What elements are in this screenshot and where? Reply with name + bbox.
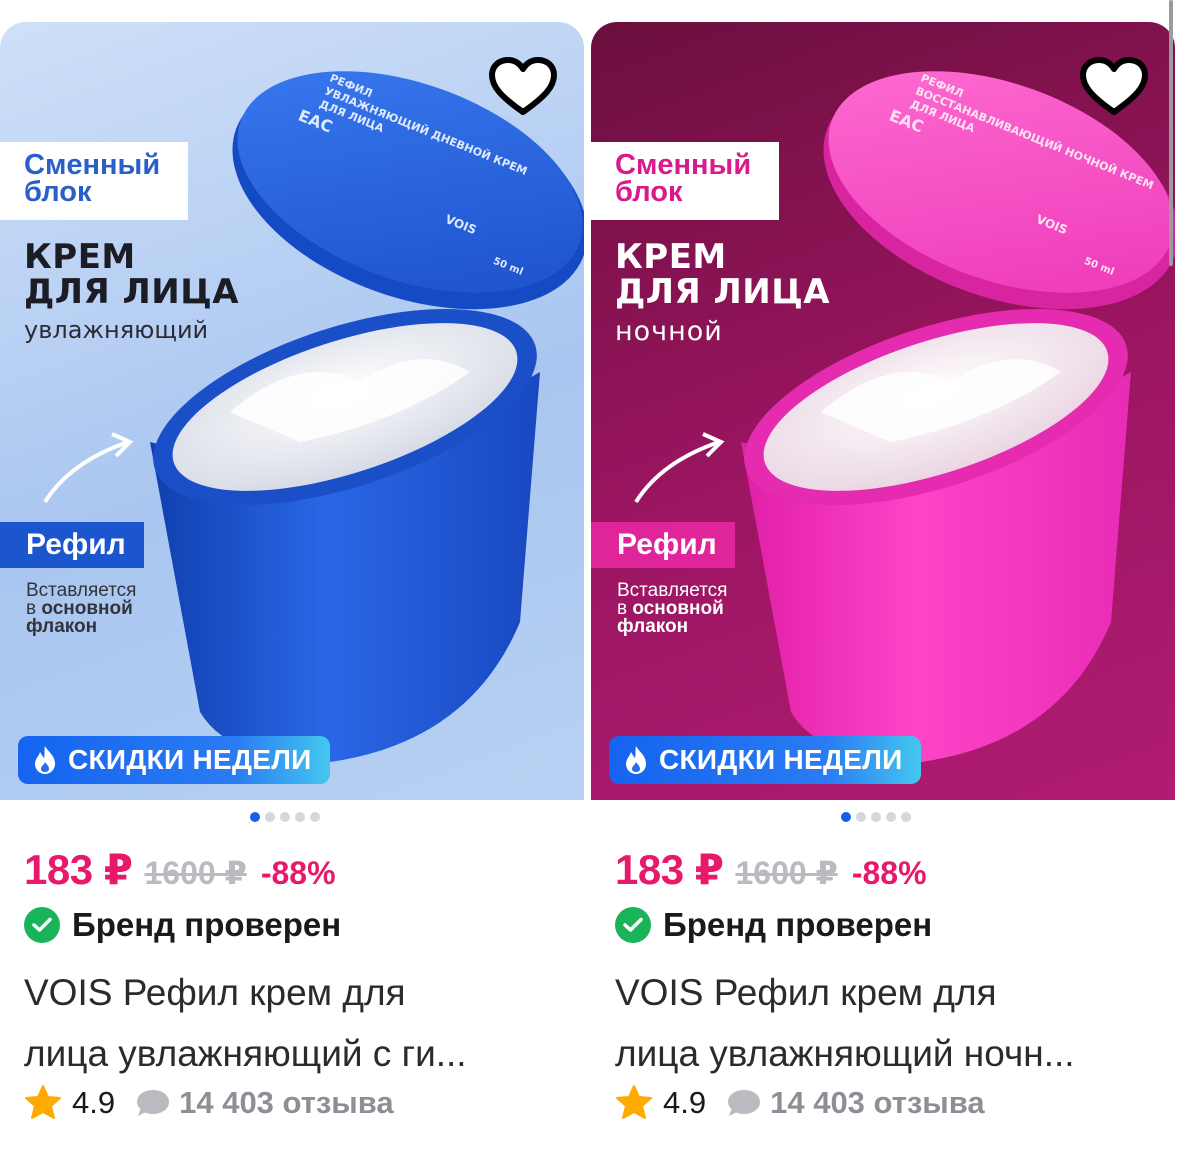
carousel-dot[interactable] (841, 812, 851, 822)
promo-headline: КРЕМ ДЛЯ ЛИЦА (24, 240, 239, 310)
deals-label: СКИДКИ НЕДЕЛИ (68, 744, 312, 775)
speech-bubble-icon (728, 1090, 761, 1116)
promo-headline: КРЕМ ДЛЯ ЛИЦА (615, 240, 830, 310)
inserted-note: Вставляется в основной флакон (26, 581, 136, 637)
carousel-dot[interactable] (901, 812, 911, 822)
star-icon (616, 1085, 652, 1119)
replaceable-block-badge: Сменный блок (0, 142, 188, 220)
headline-line-2: ДЛЯ ЛИЦА (24, 272, 240, 312)
carousel-dot[interactable] (871, 812, 881, 822)
brand-verified-label: Бренд проверен (72, 906, 342, 943)
deals-label: СКИДКИ НЕДЕЛИ (659, 744, 903, 775)
inserted-note: Вставляется в основной флакон (617, 581, 727, 637)
discount-percent: -88% (851, 855, 927, 891)
product-image[interactable]: РЕФИЛ ВОССТАНАВЛИВАЮЩИЙ НОЧНОЙ КРЕМ ДЛЯ … (591, 22, 1175, 800)
carousel-dots[interactable] (250, 812, 320, 822)
badge-line-1: Сменный (615, 149, 752, 181)
headline-line-1: КРЕМ (615, 237, 727, 277)
price-row: 183 ₽ 1600 ₽ -88% (615, 845, 927, 894)
brand-verified-row: Бренд проверен (615, 906, 932, 944)
rating-row[interactable]: 4.9 14 403 отзыва (24, 1084, 394, 1122)
carousel-dot[interactable] (886, 812, 896, 822)
product-illustration: РЕФИЛ ВОССТАНАВЛИВАЮЩИЙ НОЧНОЙ КРЕМ ДЛЯ … (634, 71, 1175, 762)
fire-icon (35, 746, 55, 774)
title-line-1[interactable]: VOIS Рефил крем для (24, 962, 564, 1023)
badge-line-2: блок (615, 176, 683, 208)
headline-line-1: КРЕМ (24, 237, 136, 277)
product-title[interactable]: VOIS Рефил крем для лица увлажняющий ноч… (615, 962, 1155, 1084)
badge-line-2: блок (24, 176, 92, 208)
heart-outline-icon[interactable] (1079, 56, 1149, 118)
carousel-dots[interactable] (841, 812, 911, 822)
old-price: 1600 ₽ (735, 855, 838, 891)
title-line-2[interactable]: лица увлажняющий с ги... (24, 1023, 564, 1084)
current-price: 183 ₽ (24, 846, 133, 893)
weekly-deals-badge[interactable]: СКИДКИ НЕДЕЛИ (609, 736, 921, 784)
title-line-1[interactable]: VOIS Рефил крем для (615, 962, 1155, 1023)
carousel-dot[interactable] (265, 812, 275, 822)
reviews-count[interactable]: 14 403 отзыва (179, 1085, 394, 1121)
badge-line-1: Сменный (24, 149, 161, 181)
refil-label: Рефил (0, 522, 144, 568)
heart-outline-icon[interactable] (488, 56, 558, 118)
title-line-2[interactable]: лица увлажняющий ночн... (615, 1023, 1155, 1084)
brand-verified-row: Бренд проверен (24, 906, 341, 944)
rating-row[interactable]: 4.9 14 403 отзыва (615, 1084, 985, 1122)
weekly-deals-badge[interactable]: СКИДКИ НЕДЕЛИ (18, 736, 330, 784)
product-card[interactable]: РЕФИЛ УВЛАЖНЯЮЩИЙ ДНЕВНОЙ КРЕМ ДЛЯ ЛИЦА … (0, 0, 584, 1149)
inserted-line-3: флакон (617, 616, 689, 637)
refil-label: Рефил (591, 522, 735, 568)
star-icon (25, 1085, 61, 1119)
old-price: 1600 ₽ (144, 855, 247, 891)
replaceable-block-badge: Сменный блок (591, 142, 779, 220)
reviews-count[interactable]: 14 403 отзыва (770, 1085, 985, 1121)
scrollbar[interactable] (1169, 0, 1173, 266)
carousel-dot[interactable] (250, 812, 260, 822)
current-price: 183 ₽ (615, 846, 724, 893)
carousel-dot[interactable] (295, 812, 305, 822)
price-row: 183 ₽ 1600 ₽ -88% (24, 845, 336, 894)
promo-subheadline: увлажняющий (24, 316, 209, 344)
carousel-dot[interactable] (280, 812, 290, 822)
brand-verified-label: Бренд проверен (663, 906, 933, 943)
carousel-dot[interactable] (856, 812, 866, 822)
check-circle-icon (24, 907, 60, 943)
headline-line-2: ДЛЯ ЛИЦА (615, 272, 831, 312)
speech-bubble-icon (137, 1090, 170, 1116)
product-image[interactable]: РЕФИЛ УВЛАЖНЯЮЩИЙ ДНЕВНОЙ КРЕМ ДЛЯ ЛИЦА … (0, 22, 584, 800)
product-card[interactable]: РЕФИЛ ВОССТАНАВЛИВАЮЩИЙ НОЧНОЙ КРЕМ ДЛЯ … (591, 0, 1175, 1149)
carousel-dot[interactable] (310, 812, 320, 822)
discount-percent: -88% (260, 855, 336, 891)
promo-subheadline: ночной (615, 316, 723, 347)
fire-icon (626, 746, 646, 774)
rating-value: 4.9 (663, 1085, 707, 1120)
rating-value: 4.9 (72, 1085, 116, 1120)
inserted-line-3: флакон (26, 616, 98, 637)
check-circle-icon (615, 907, 651, 943)
product-illustration: РЕФИЛ УВЛАЖНЯЮЩИЙ ДНЕВНОЙ КРЕМ ДЛЯ ЛИЦА … (43, 71, 584, 762)
product-title[interactable]: VOIS Рефил крем для лица увлажняющий с г… (24, 962, 564, 1084)
